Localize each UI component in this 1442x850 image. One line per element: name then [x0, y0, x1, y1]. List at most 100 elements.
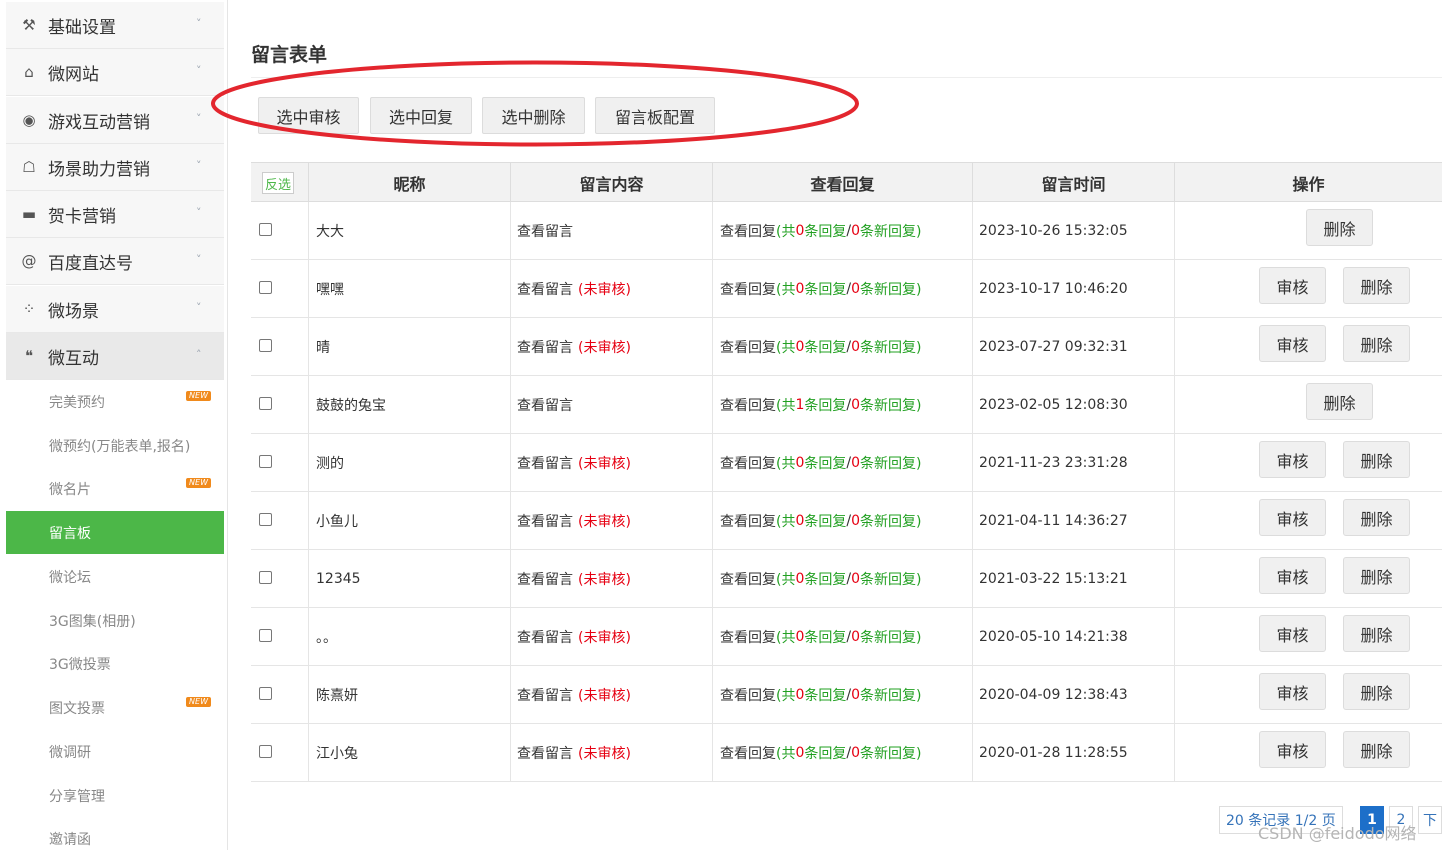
sidebar-menu-7[interactable]: ❝ 微互动 ˄ [6, 333, 224, 380]
reply-total-prefix: (共 [776, 688, 796, 704]
reply-new-count: 0 [851, 513, 861, 529]
batch-reply-button[interactable]: 选中回复 [370, 97, 472, 134]
nickname-cell: 小鱼儿 [316, 514, 358, 530]
sidebar-menu-3[interactable]: ☖ 场景助力营销 ˅ [6, 144, 224, 191]
view-message-link[interactable]: 查看留言 [517, 685, 573, 705]
view-reply-link[interactable]: 查看回复 [720, 569, 776, 589]
view-message-link[interactable]: 查看留言 [517, 221, 573, 241]
page-title: 留言表单 [251, 44, 328, 66]
column-divider [308, 608, 309, 665]
sidebar-subitem-3[interactable]: 留言板 [6, 511, 224, 554]
view-message-link[interactable]: 查看留言 [517, 511, 573, 531]
sidebar-menu-1[interactable]: ⌂ 微网站 ˅ [6, 49, 224, 96]
view-message-link[interactable]: 查看留言 [517, 627, 573, 647]
reply-cell[interactable]: 查看回复 (共 0 条回复/0 条新回复) [720, 550, 922, 608]
sidebar-subitem-8[interactable]: 微调研 [6, 730, 224, 773]
delete-button[interactable]: 删除 [1343, 499, 1410, 536]
view-message-link[interactable]: 查看留言 [517, 569, 573, 589]
delete-button[interactable]: 删除 [1343, 267, 1410, 304]
sidebar-subitem-6[interactable]: 3G微投票 [6, 642, 224, 685]
row-checkbox[interactable] [259, 745, 272, 758]
row-checkbox[interactable] [259, 687, 272, 700]
view-reply-link[interactable]: 查看回复 [720, 453, 776, 473]
view-message-link[interactable]: 查看留言 [517, 743, 573, 763]
sidebar-subitem-1[interactable]: 微预约(万能表单,报名) [6, 424, 224, 467]
row-checkbox[interactable] [259, 397, 272, 410]
reply-cell[interactable]: 查看回复 (共 0 条回复/0 条新回复) [720, 666, 922, 724]
view-reply-link[interactable]: 查看回复 [720, 395, 776, 415]
reply-cell[interactable]: 查看回复 (共 0 条回复/0 条新回复) [720, 318, 922, 376]
reply-cell[interactable]: 查看回复 (共 0 条回复/0 条新回复) [720, 202, 922, 260]
time-cell: 2023-10-17 10:46:20 [979, 281, 1128, 297]
reply-cell[interactable]: 查看回复 (共 0 条回复/0 条新回复) [720, 492, 922, 550]
sidebar-menu-5[interactable]: @ 百度直达号 ˅ [6, 238, 224, 285]
sidebar-subitem-label: 留言板 [49, 525, 91, 542]
reply-total-count: 0 [795, 513, 805, 529]
time-cell: 2021-03-22 15:13:21 [979, 571, 1128, 587]
card-icon: ▬ [21, 205, 37, 223]
row-checkbox[interactable] [259, 629, 272, 642]
invert-selection-button[interactable]: 反选 [262, 172, 294, 194]
row-checkbox[interactable] [259, 455, 272, 468]
delete-button[interactable]: 删除 [1343, 731, 1410, 768]
approve-button[interactable]: 审核 [1259, 673, 1326, 710]
view-reply-link[interactable]: 查看回复 [720, 743, 776, 763]
sidebar-subitem-2[interactable]: 微名片 NEW [6, 467, 224, 510]
row-checkbox[interactable] [259, 281, 272, 294]
delete-button[interactable]: 删除 [1343, 441, 1410, 478]
reply-cell[interactable]: 查看回复 (共 1 条回复/0 条新回复) [720, 376, 922, 434]
reply-cell[interactable]: 查看回复 (共 0 条回复/0 条新回复) [720, 434, 922, 492]
sidebar-menu-4[interactable]: ▬ 贺卡营销 ˅ [6, 191, 224, 238]
batch-delete-button[interactable]: 选中删除 [482, 97, 585, 134]
watermark: CSDN @feidodo网络 [1258, 824, 1417, 843]
sidebar-menu-0[interactable]: ⚒ 基础设置 ˅ [6, 2, 224, 49]
view-reply-link[interactable]: 查看回复 [720, 627, 776, 647]
header-content: 留言内容 [510, 163, 712, 202]
delete-button[interactable]: 删除 [1343, 325, 1410, 362]
sidebar-subitem-0[interactable]: 完美预约 NEW [6, 380, 224, 423]
sidebar-subitem-9[interactable]: 分享管理 [6, 774, 224, 817]
approve-button[interactable]: 审核 [1259, 615, 1326, 652]
view-reply-link[interactable]: 查看回复 [720, 337, 776, 357]
approve-button[interactable]: 审核 [1259, 731, 1326, 768]
delete-button[interactable]: 删除 [1343, 673, 1410, 710]
view-message-link[interactable]: 查看留言 [517, 395, 573, 415]
table-row: 大大 查看留言 查看回复 (共 0 条回复/0 条新回复) 2023-10-26 15:32:… [251, 202, 1442, 260]
content-cell: 查看留言 (未审核) [517, 608, 631, 666]
view-reply-link[interactable]: 查看回复 [720, 685, 776, 705]
approve-button[interactable]: 审核 [1259, 499, 1326, 536]
column-divider [308, 550, 309, 607]
row-checkbox[interactable] [259, 513, 272, 526]
approve-button[interactable]: 审核 [1259, 557, 1326, 594]
delete-button[interactable]: 删除 [1306, 383, 1373, 420]
reply-cell[interactable]: 查看回复 (共 0 条回复/0 条新回复) [720, 724, 922, 782]
view-reply-link[interactable]: 查看回复 [720, 221, 776, 241]
batch-approve-button[interactable]: 选中审核 [258, 97, 359, 134]
row-checkbox[interactable] [259, 571, 272, 584]
sidebar-menu-6[interactable]: ⁘ 微场景 ˅ [6, 286, 224, 333]
delete-button[interactable]: 删除 [1306, 209, 1373, 246]
reply-cell[interactable]: 查看回复 (共 0 条回复/0 条新回复) [720, 260, 922, 318]
reply-cell[interactable]: 查看回复 (共 0 条回复/0 条新回复) [720, 608, 922, 666]
sidebar-subitem-7[interactable]: 图文投票 NEW [6, 686, 224, 729]
view-message-link[interactable]: 查看留言 [517, 337, 573, 357]
board-config-button[interactable]: 留言板配置 [595, 97, 715, 134]
approve-button[interactable]: 审核 [1259, 267, 1326, 304]
column-divider [510, 724, 511, 781]
approve-button[interactable]: 审核 [1259, 441, 1326, 478]
approve-button[interactable]: 审核 [1259, 325, 1326, 362]
view-reply-link[interactable]: 查看回复 [720, 279, 776, 299]
sidebar-menu-2[interactable]: ◉ 游戏互动营销 ˅ [6, 97, 224, 144]
view-message-link[interactable]: 查看留言 [517, 453, 573, 473]
delete-button[interactable]: 删除 [1343, 615, 1410, 652]
sidebar-subitem-10[interactable]: 邀请函 [6, 817, 224, 850]
row-checkbox[interactable] [259, 223, 272, 236]
view-reply-link[interactable]: 查看回复 [720, 511, 776, 531]
sidebar-subitem-4[interactable]: 微论坛 [6, 555, 224, 598]
sidebar-subitem-5[interactable]: 3G图集(相册) [6, 599, 224, 642]
next-page-button[interactable]: 下 [1418, 806, 1442, 834]
view-message-link[interactable]: 查看留言 [517, 279, 573, 299]
delete-button[interactable]: 删除 [1343, 557, 1410, 594]
row-checkbox[interactable] [259, 339, 272, 352]
title-divider [251, 77, 1442, 78]
